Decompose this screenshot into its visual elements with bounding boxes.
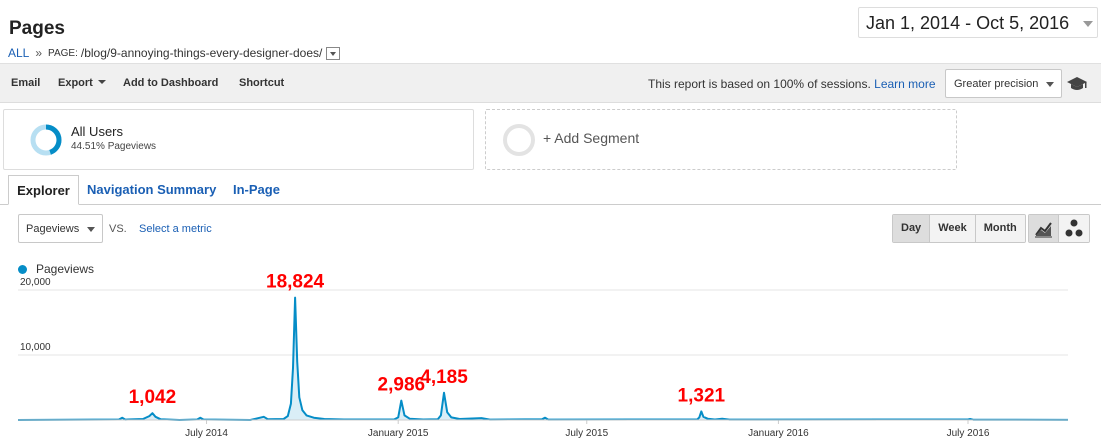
learn-more-link[interactable]: Learn more <box>874 77 935 91</box>
peak-annotation-label: 1,042 <box>129 387 177 408</box>
tab-explorer[interactable]: Explorer <box>8 175 79 205</box>
date-range-picker[interactable]: Jan 1, 2014 - Oct 5, 2016 <box>858 7 1098 38</box>
report-toolbar: Email Export Add to Dashboard Shortcut T… <box>0 63 1101 103</box>
bubble-chart-icon <box>1065 219 1083 237</box>
email-button[interactable]: Email <box>11 77 40 89</box>
y-tick-label: 10,000 <box>20 342 51 353</box>
x-tick-label: July 2014 <box>185 428 228 439</box>
add-segment-button[interactable]: + Add Segment <box>485 109 957 170</box>
shortcut-button[interactable]: Shortcut <box>239 77 284 89</box>
tab-in-page[interactable]: In-Page <box>233 175 280 205</box>
breadcrumb-dropdown-icon[interactable] <box>326 46 341 60</box>
segment-all-users[interactable]: All Users 44.51% Pageviews <box>3 109 474 170</box>
breadcrumb-dimension-label: PAGE: <box>48 47 78 59</box>
segment-share: 44.51% Pageviews <box>71 141 157 152</box>
peak-annotation-label: 4,185 <box>420 367 468 388</box>
precision-select-value: Greater precision <box>954 78 1039 90</box>
peak-annotation-label: 18,824 <box>266 272 325 293</box>
select-metric-link[interactable]: Select a metric <box>139 223 212 235</box>
peak-annotation-label: 1,321 <box>678 385 726 406</box>
sampling-note-text: This report is based on 100% of sessions… <box>648 77 871 91</box>
segment-donut-icon <box>30 124 62 156</box>
line-chart-button[interactable] <box>1029 215 1059 242</box>
page-title: Pages <box>9 18 65 39</box>
granularity-toggle: Day Week Month <box>892 214 1026 243</box>
precision-select[interactable]: Greater precision <box>945 69 1062 98</box>
day-button[interactable]: Day <box>893 215 931 242</box>
tab-navigation-summary[interactable]: Navigation Summary <box>87 175 216 205</box>
chevron-down-icon <box>97 80 106 84</box>
metric-select[interactable]: Pageviews <box>18 214 103 243</box>
chevron-down-icon <box>1083 21 1093 27</box>
month-button[interactable]: Month <box>975 215 1025 242</box>
line-chart-icon <box>1035 222 1052 238</box>
motion-chart-button[interactable] <box>1059 215 1089 242</box>
x-tick-label: July 2015 <box>565 428 608 439</box>
peak-annotation-label: 2,986 <box>378 375 426 396</box>
breadcrumb-separator: » <box>35 46 43 60</box>
pageviews-line-chart: 10,000 20,000 July 2014 January 2015 July 20… <box>17 272 1069 439</box>
chevron-down-icon <box>1046 82 1054 87</box>
add-to-dashboard-button[interactable]: Add to Dashboard <box>123 77 218 89</box>
report-tabs: Explorer Navigation Summary In-Page <box>0 175 1101 205</box>
chevron-down-icon <box>87 227 95 232</box>
breadcrumb-page-value: /blog/9-annoying-things-every-designer-d… <box>80 46 323 60</box>
breadcrumb: ALL » PAGE: /blog/9-annoying-things-ever… <box>8 46 341 60</box>
segment-name: All Users <box>71 124 124 139</box>
export-label: Export <box>58 77 93 89</box>
week-button[interactable]: Week <box>930 215 976 242</box>
x-tick-label: January 2015 <box>368 428 429 439</box>
add-segment-label: + Add Segment <box>543 130 640 146</box>
segment-placeholder-ring-icon <box>503 124 535 156</box>
x-tick-label: January 2016 <box>748 428 809 439</box>
date-range-label: Jan 1, 2014 - Oct 5, 2016 <box>866 13 1070 33</box>
x-tick-label: July 2016 <box>947 428 990 439</box>
metric-select-value: Pageviews <box>26 223 80 235</box>
graduation-cap-icon[interactable] <box>1066 75 1088 93</box>
sampling-note: This report is based on 100% of sessions… <box>648 77 936 91</box>
vs-label: VS. <box>109 223 127 235</box>
breadcrumb-all-link[interactable]: ALL <box>8 46 29 60</box>
export-button[interactable]: Export <box>58 77 106 89</box>
chart-type-toggle <box>1028 214 1090 243</box>
y-tick-label: 20,000 <box>20 277 51 288</box>
